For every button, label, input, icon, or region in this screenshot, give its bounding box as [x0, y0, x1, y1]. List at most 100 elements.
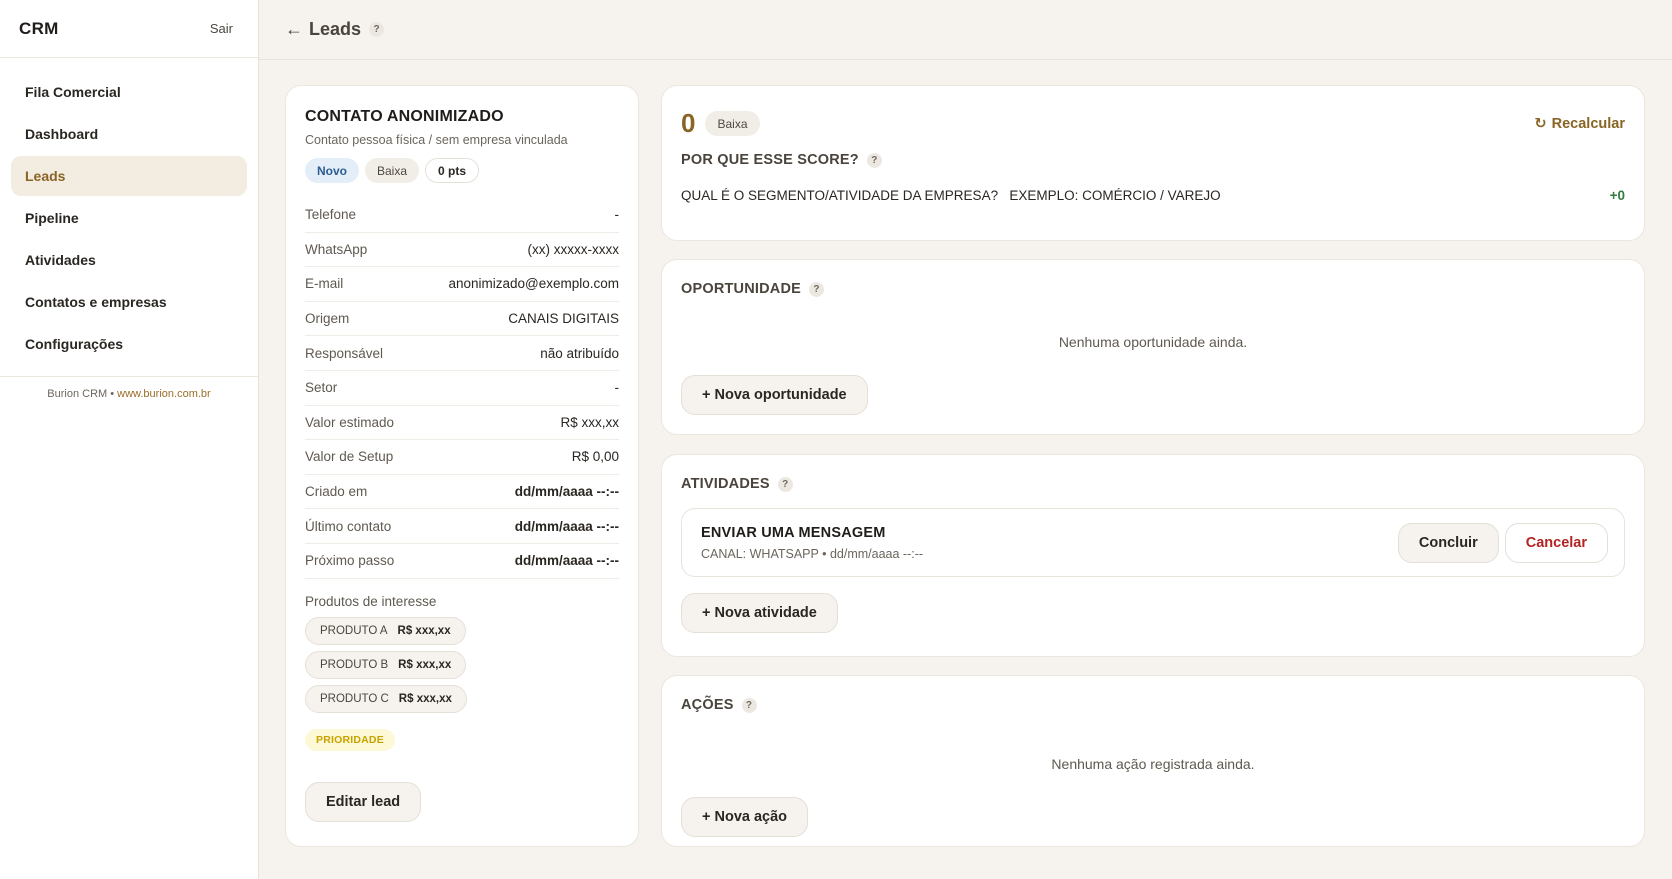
new-activity-button[interactable]: + Nova atividade — [681, 593, 838, 633]
lead-details-card: CONTATO ANONIMIZADO Contato pessoa físic… — [285, 85, 639, 847]
products-label: Produtos de interesse — [305, 593, 437, 609]
sidebar-item-dashboard[interactable]: Dashboard — [11, 114, 247, 154]
field-label: E-mail — [305, 276, 344, 292]
field-value: R$ xxx,xx — [560, 414, 619, 430]
sidebar-item-configuracoes[interactable]: Configurações — [11, 324, 247, 364]
product-price: R$ xxx,xx — [397, 624, 451, 637]
field-value: - — [614, 380, 620, 396]
help-icon[interactable]: ? — [369, 22, 385, 37]
recalculate-label: Recalcular — [1551, 115, 1625, 132]
arrow-left-icon: ← — [285, 19, 303, 39]
opportunity-card: OPORTUNIDADE ? Nenhuma oportunidade aind… — [661, 259, 1645, 435]
field-row-email: E-mail anonimizado@exemplo.com — [305, 267, 619, 302]
priority-tag: PRIORIDADE — [305, 728, 395, 751]
new-opportunity-button[interactable]: + Nova oportunidade — [681, 375, 868, 415]
field-row-setor: Setor - — [305, 371, 619, 406]
field-label: Criado em — [305, 484, 368, 500]
products-list: PRODUTO A R$ xxx,xx PRODUTO B R$ xxx,xx PR… — [305, 616, 619, 719]
edit-lead-button[interactable]: Editar lead — [305, 781, 422, 822]
section-title: AÇÕES — [681, 697, 734, 713]
field-label: WhatsApp — [305, 241, 368, 257]
recalculate-button[interactable]: ↻ Recalcular — [1534, 116, 1625, 132]
product-name: PRODUTO C — [320, 692, 389, 705]
product-name: PRODUTO B — [320, 658, 389, 671]
field-label: Origem — [305, 311, 350, 327]
product-price: R$ xxx,xx — [398, 692, 452, 705]
score-why-title: POR QUE ESSE SCORE? ? — [681, 152, 1625, 168]
opportunity-header: OPORTUNIDADE ? — [681, 281, 1625, 297]
activity-meta: CANAL: WHATSAPP • dd/mm/aaaa --:-- — [701, 546, 924, 561]
field-label: Telefone — [305, 207, 357, 223]
help-icon[interactable]: ? — [741, 697, 757, 713]
field-label: Último contato — [305, 518, 392, 534]
field-row-criado-em: Criado em dd/mm/aaaa --:-- — [305, 475, 619, 510]
field-value: anonimizado@exemplo.com — [448, 276, 619, 292]
sidebar-item-atividades[interactable]: Atividades — [11, 240, 247, 280]
score-criteria-text: QUAL É O SEGMENTO/ATIVIDADE DA EMPRESA? … — [681, 188, 1221, 203]
field-label: Setor — [305, 380, 338, 396]
help-icon[interactable]: ? — [809, 281, 825, 297]
score-criteria-row: QUAL É O SEGMENTO/ATIVIDADE DA EMPRESA? … — [681, 188, 1625, 203]
field-label: Responsável — [305, 345, 384, 361]
section-title: OPORTUNIDADE — [681, 281, 802, 297]
sidebar-item-fila-comercial[interactable]: Fila Comercial — [11, 72, 247, 112]
product-chip: PRODUTO B R$ xxx,xx — [305, 650, 467, 679]
activities-card: ATIVIDADES ? ENVIAR UMA MENSAGEM CANAL: … — [661, 454, 1645, 657]
field-row-valor-estimado: Valor estimado R$ xxx,xx — [305, 406, 619, 441]
product-chip: PRODUTO C R$ xxx,xx — [305, 684, 467, 713]
field-value: não atribuído — [540, 345, 619, 361]
product-name: PRODUTO A — [320, 624, 388, 637]
cancel-activity-button[interactable]: Cancelar — [1504, 522, 1608, 563]
score-value: 0 — [681, 108, 696, 138]
logout-link[interactable]: Sair — [210, 21, 233, 36]
field-value: dd/mm/aaaa --:-- — [514, 518, 619, 534]
sidebar-item-contatos-empresas[interactable]: Contatos e empresas — [11, 282, 247, 322]
new-action-button[interactable]: + Nova ação — [681, 797, 809, 837]
field-label: Valor estimado — [305, 414, 395, 430]
sidebar-header: CRM Sair — [0, 0, 258, 58]
actions-card: AÇÕES ? Nenhuma ação registrada ainda. +… — [661, 675, 1645, 847]
field-label: Próximo passo — [305, 553, 395, 569]
score-question: QUAL É O SEGMENTO/ATIVIDADE DA EMPRESA? — [681, 188, 999, 203]
lead-badges: Novo Baixa 0 pts — [305, 158, 619, 183]
field-value: dd/mm/aaaa --:-- — [514, 484, 619, 500]
sidebar-footer: Burion CRM • www.burion.com.br — [0, 388, 258, 400]
activity-item: ENVIAR UMA MENSAGEM CANAL: WHATSAPP • dd… — [681, 508, 1625, 577]
help-icon[interactable]: ? — [777, 476, 793, 492]
field-label: Valor de Setup — [305, 449, 394, 465]
opportunity-empty-state: Nenhuma oportunidade ainda. — [1058, 334, 1248, 350]
priority-badge: Baixa — [365, 158, 420, 183]
field-value: - — [614, 207, 620, 223]
status-badge: Novo — [305, 158, 359, 183]
footer-link[interactable]: www.burion.com.br — [117, 388, 211, 400]
field-row-responsavel: Responsável não atribuído — [305, 336, 619, 371]
score-points: +0 — [1609, 188, 1625, 203]
section-title: POR QUE ESSE SCORE? — [681, 152, 859, 168]
help-icon[interactable]: ? — [866, 152, 882, 168]
score-card: 0 Baixa ↻ Recalcular POR QUE ESSE SCORE?… — [661, 85, 1645, 241]
sidebar-nav: Fila Comercial Dashboard Leads Pipeline … — [0, 58, 258, 377]
lead-name: CONTATO ANONIMIZADO — [305, 108, 504, 125]
field-value: (xx) xxxxx-xxxx — [527, 241, 620, 257]
field-row-origem: Origem CANAIS DIGITAIS — [305, 302, 619, 337]
product-chip: PRODUTO A R$ xxx,xx — [305, 616, 466, 645]
page-title: Leads — [309, 19, 362, 39]
actions-empty-state: Nenhuma ação registrada ainda. — [1051, 756, 1255, 772]
lead-fields: Telefone - WhatsApp (xx) xxxxx-xxxx E-mail… — [305, 198, 619, 579]
section-title: ATIVIDADES — [681, 476, 770, 492]
main-content: ← Leads ? CONTATO ANONIMIZADO Contato pe… — [259, 0, 1672, 879]
complete-activity-button[interactable]: Concluir — [1397, 522, 1499, 563]
lead-subtitle: Contato pessoa física / sem empresa vinc… — [305, 133, 568, 147]
field-row-ultimo-contato: Último contato dd/mm/aaaa --:-- — [305, 509, 619, 544]
back-button[interactable]: ← Leads — [285, 19, 361, 40]
sidebar-item-leads[interactable]: Leads — [11, 156, 247, 196]
app-logo: CRM — [19, 18, 59, 38]
activity-title: ENVIAR UMA MENSAGEM — [701, 524, 886, 541]
field-row-telefone: Telefone - — [305, 198, 619, 233]
page-header: ← Leads ? — [259, 0, 1672, 60]
field-row-whatsapp: WhatsApp (xx) xxxxx-xxxx — [305, 233, 619, 268]
field-value: CANAIS DIGITAIS — [508, 311, 619, 327]
score-level-badge: Baixa — [705, 111, 760, 136]
score-answer: EXEMPLO: COMÉRCIO / VAREJO — [1009, 188, 1221, 203]
sidebar-item-pipeline[interactable]: Pipeline — [11, 198, 247, 238]
